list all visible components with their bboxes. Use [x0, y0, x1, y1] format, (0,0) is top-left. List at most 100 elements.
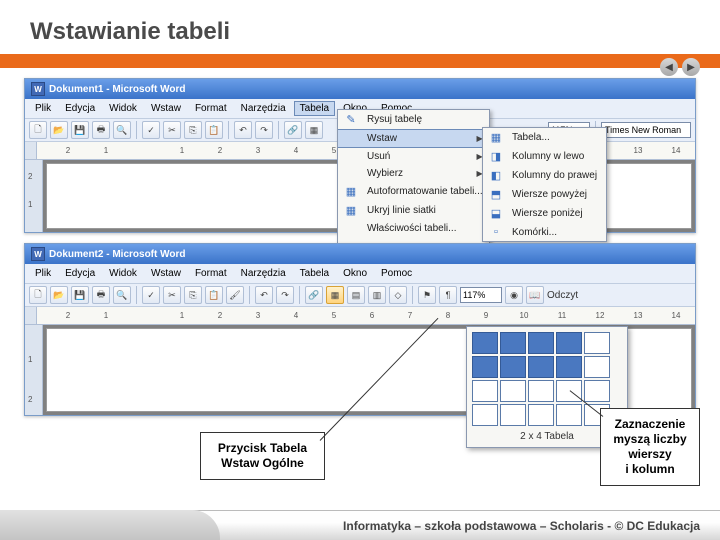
menu-item-wybierz[interactable]: Wybierz▶ [338, 165, 489, 182]
map-icon[interactable]: ⚑ [418, 286, 436, 304]
insert-table-button[interactable]: ▦ [326, 286, 344, 304]
grid-cell[interactable] [472, 332, 498, 354]
grid-cell[interactable] [500, 332, 526, 354]
undo-icon[interactable]: ↶ [234, 121, 252, 139]
drawing-icon[interactable]: ◇ [389, 286, 407, 304]
grid-cell[interactable] [556, 332, 582, 354]
menu-widok[interactable]: Widok [103, 101, 143, 116]
grid-cell[interactable] [528, 404, 554, 426]
row-above-icon: ⬒ [486, 188, 506, 201]
footer-text: Informatyka – szkoła podstawowa – Schola… [343, 519, 700, 533]
separator [412, 286, 413, 304]
menu-item-autoformat[interactable]: ▦Autoformatowanie tabeli... [338, 182, 489, 201]
open-icon[interactable]: 📂 [50, 286, 68, 304]
grid-cell[interactable] [472, 404, 498, 426]
format-icon[interactable]: 🖌 [226, 286, 244, 304]
submenu-wier-pow[interactable]: ⬒Wiersze powyżej [483, 185, 606, 204]
tabela-menu: ✎Rysuj tabelę Wstaw▶ Usuń▶ Wybierz▶ ▦Aut… [337, 109, 490, 253]
menu-narzedzia[interactable]: Narzędzia [235, 101, 292, 116]
cut-icon[interactable]: ✂ [163, 286, 181, 304]
para-icon[interactable]: ¶ [439, 286, 457, 304]
grid-cell[interactable] [500, 404, 526, 426]
preview-icon[interactable]: 🔍 [113, 121, 131, 139]
copy-icon[interactable]: ⎘ [184, 286, 202, 304]
save-icon[interactable]: 💾 [71, 121, 89, 139]
open-icon[interactable]: 📂 [50, 121, 68, 139]
paste-icon[interactable]: 📋 [205, 286, 223, 304]
separator [249, 286, 250, 304]
menu-edycja[interactable]: Edycja [59, 101, 101, 116]
submenu-komorki[interactable]: ▫Komórki... [483, 223, 606, 241]
menu-okno[interactable]: Okno [337, 266, 373, 281]
grid-cell[interactable] [528, 332, 554, 354]
menu-item-wstaw[interactable]: Wstaw▶ [338, 129, 489, 148]
print-icon[interactable]: 🖶 [92, 286, 110, 304]
font-box-1[interactable]: Times New Roman [601, 122, 691, 138]
grid-icon: ▦ [341, 204, 361, 217]
grid-cell[interactable] [584, 380, 610, 402]
titlebar-2: W Dokument2 - Microsoft Word [25, 244, 695, 264]
table-icon[interactable]: ▦ [305, 121, 323, 139]
menu-item-rysuj[interactable]: ✎Rysuj tabelę [338, 110, 489, 129]
menu-plik[interactable]: Plik [29, 101, 57, 116]
menu-tabela[interactable]: Tabela [294, 266, 335, 281]
footer: Informatyka – szkoła podstawowa – Schola… [0, 510, 720, 540]
cut-icon[interactable]: ✂ [163, 121, 181, 139]
grid-cell[interactable] [584, 332, 610, 354]
spell-icon[interactable]: ✓ [142, 286, 160, 304]
submenu-kol-lewo[interactable]: ◨Kolumny w lewo [483, 147, 606, 166]
menu-edycja[interactable]: Edycja [59, 266, 101, 281]
copy-icon[interactable]: ⎘ [184, 121, 202, 139]
separator [228, 121, 229, 139]
grid-cell[interactable] [500, 356, 526, 378]
grid-cell[interactable] [556, 356, 582, 378]
menu-item-wlasc[interactable]: Właściwości tabeli... [338, 220, 489, 237]
grid-cell[interactable] [556, 404, 582, 426]
menu-wstaw[interactable]: Wstaw [145, 101, 187, 116]
link-icon[interactable]: 🔗 [305, 286, 323, 304]
ruler-gutter [25, 307, 37, 325]
link-icon[interactable]: 🔗 [284, 121, 302, 139]
spell-icon[interactable]: ✓ [142, 121, 160, 139]
print-icon[interactable]: 🖶 [92, 121, 110, 139]
read-icon[interactable]: 📖 [526, 286, 544, 304]
menu-wstaw[interactable]: Wstaw [145, 266, 187, 281]
menu-tabela[interactable]: Tabela [294, 101, 335, 116]
menu-item-usun[interactable]: Usuń▶ [338, 148, 489, 165]
menu-widok[interactable]: Widok [103, 266, 143, 281]
accent-bar [0, 54, 720, 68]
undo-icon[interactable]: ↶ [255, 286, 273, 304]
submenu-wier-pon[interactable]: ⬓Wiersze poniżej [483, 204, 606, 223]
menu-format[interactable]: Format [189, 101, 233, 116]
menu-pomoc[interactable]: Pomoc [375, 266, 418, 281]
menu-format[interactable]: Format [189, 266, 233, 281]
save-icon[interactable]: 💾 [71, 286, 89, 304]
grid-cell[interactable] [528, 380, 554, 402]
preview-icon[interactable]: 🔍 [113, 286, 131, 304]
vertical-ruler-2: 1 2 [25, 325, 43, 415]
grid-cell[interactable] [584, 356, 610, 378]
separator [299, 286, 300, 304]
menu-plik[interactable]: Plik [29, 266, 57, 281]
menubar-2: Plik Edycja Widok Wstaw Format Narzędzia… [25, 264, 695, 283]
columns-icon[interactable]: ▥ [368, 286, 386, 304]
grid-cell[interactable] [500, 380, 526, 402]
grid-cell[interactable] [472, 380, 498, 402]
pencil-icon: ✎ [341, 113, 361, 126]
submenu-tabela[interactable]: ▦Tabela... [483, 128, 606, 147]
paste-icon[interactable]: 📋 [205, 121, 223, 139]
excel-icon[interactable]: ▤ [347, 286, 365, 304]
help-icon[interactable]: ◉ [505, 286, 523, 304]
new-doc-icon[interactable]: 🗋 [29, 121, 47, 139]
redo-icon[interactable]: ↷ [276, 286, 294, 304]
grid-cell[interactable] [528, 356, 554, 378]
menu-item-ukryj[interactable]: ▦Ukryj linie siatki [338, 201, 489, 220]
zoom-box-2[interactable]: 117% [460, 287, 502, 303]
callout-przycisk: Przycisk Tabela Wstaw Ogólne [200, 432, 325, 480]
submenu-kol-prawo[interactable]: ◧Kolumny do prawej [483, 166, 606, 185]
new-doc-icon[interactable]: 🗋 [29, 286, 47, 304]
redo-icon[interactable]: ↷ [255, 121, 273, 139]
menu-narzedzia[interactable]: Narzędzia [235, 266, 292, 281]
row-below-icon: ⬓ [486, 207, 506, 220]
grid-cell[interactable] [472, 356, 498, 378]
